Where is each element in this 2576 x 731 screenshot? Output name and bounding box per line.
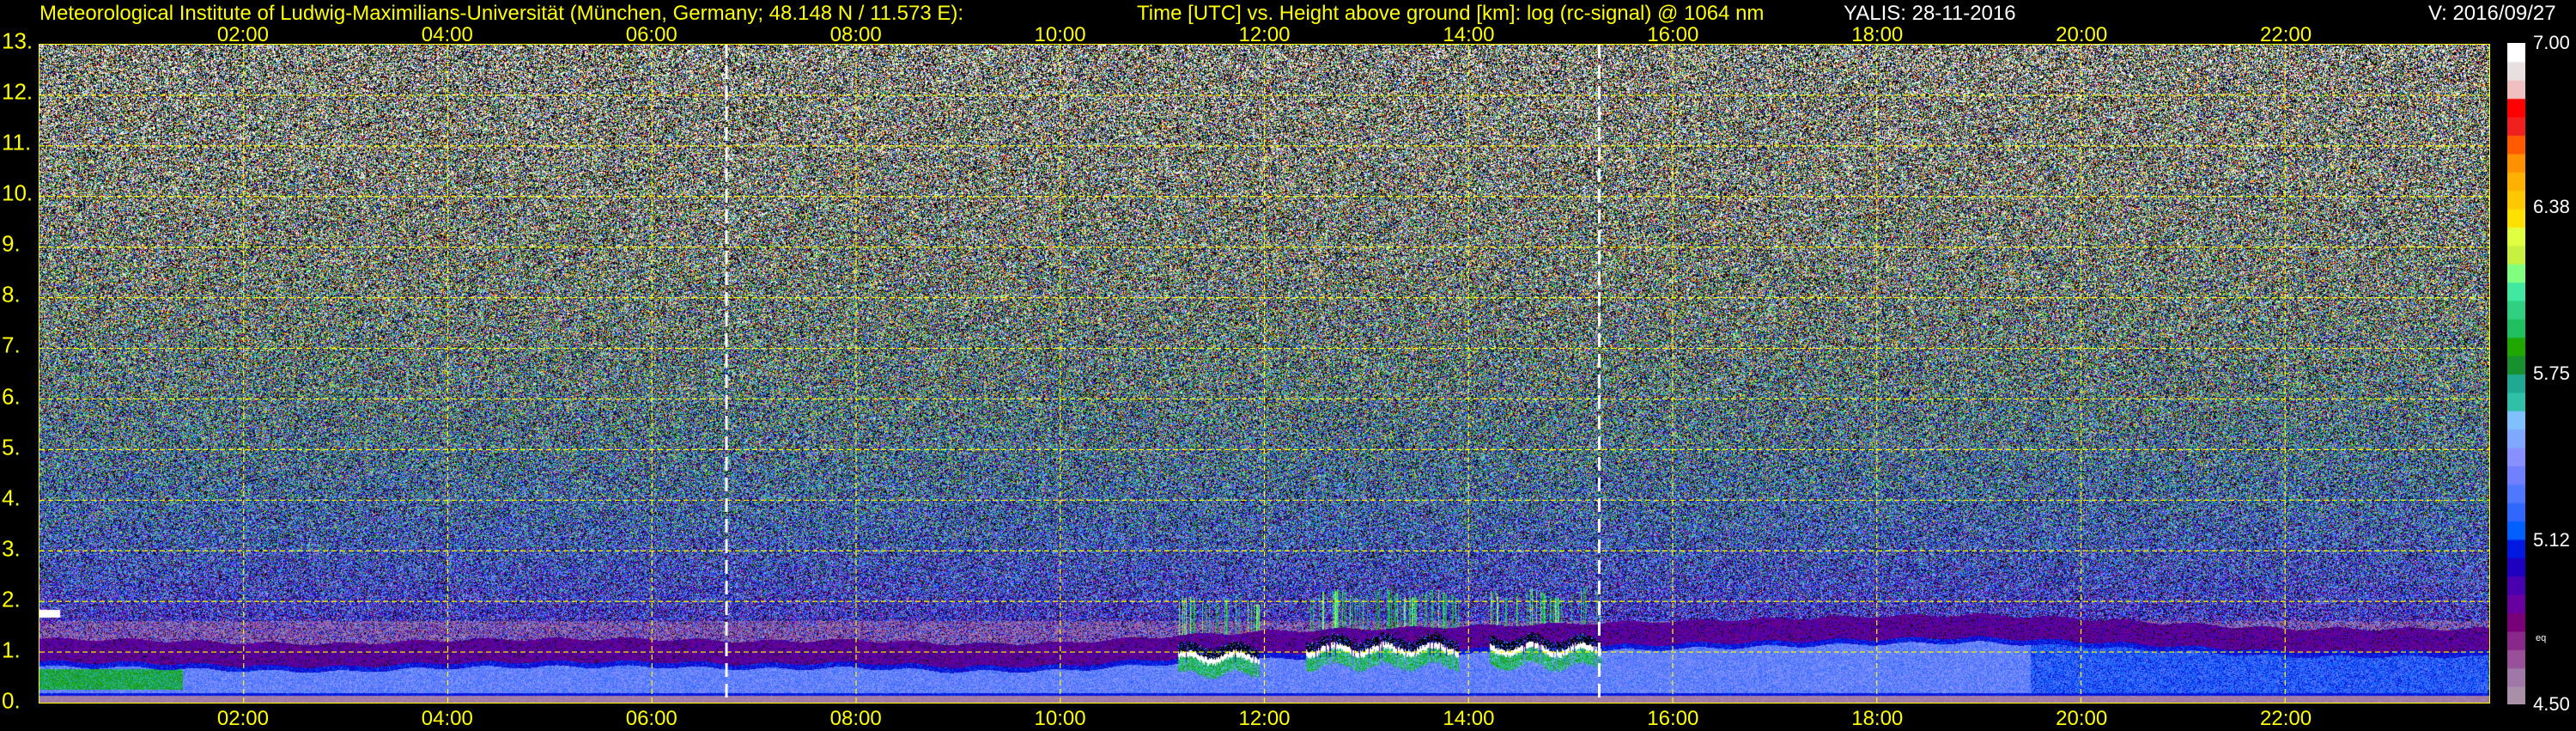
- x-tick-label-top: 22:00: [2260, 23, 2312, 47]
- y-tick-label: 8.: [2, 282, 21, 308]
- instrument-date: YALIS: 28-11-2016: [1844, 3, 2016, 24]
- x-tick-label-bottom: 02:00: [217, 707, 269, 731]
- x-tick-label-bottom: 20:00: [2056, 707, 2107, 731]
- x-tick-label-top: 06:00: [626, 23, 677, 47]
- x-tick-label-top: 18:00: [1851, 23, 1903, 47]
- colorbar: [2507, 43, 2525, 704]
- colorbar-note: eq: [2536, 633, 2546, 643]
- x-tick-label-bottom: 14:00: [1443, 707, 1494, 731]
- x-tick-label-bottom: 04:00: [422, 707, 473, 731]
- x-tick-label-bottom: 12:00: [1238, 707, 1290, 731]
- y-tick-label: 9.: [2, 231, 21, 258]
- x-tick-label-bottom: 22:00: [2260, 707, 2312, 731]
- plot-area: [39, 44, 2490, 704]
- y-tick-label: 11.: [2, 130, 31, 156]
- y-tick-label: 6.: [2, 383, 21, 410]
- y-tick-label: 0.: [2, 688, 21, 715]
- colorbar-tick-label: 6.38: [2533, 196, 2570, 218]
- x-tick-label-bottom: 08:00: [830, 707, 882, 731]
- colorbar-tick-label: 5.75: [2533, 362, 2570, 385]
- x-tick-label-top: 10:00: [1035, 23, 1086, 47]
- x-tick-label-top: 16:00: [1647, 23, 1698, 47]
- x-tick-label-top: 08:00: [830, 23, 882, 47]
- y-tick-label: 1.: [2, 637, 21, 663]
- plot-description: Time [UTC] vs. Height above ground [km]:…: [1137, 3, 1764, 24]
- x-tick-label-bottom: 18:00: [1851, 707, 1903, 731]
- institute-title: Meteorological Institute of Ludwig-Maxim…: [39, 3, 963, 24]
- version-label: V: 2016/09/27: [2428, 3, 2556, 24]
- y-tick-label: 13.: [2, 28, 33, 55]
- colorbar-tick-label: 4.50: [2533, 693, 2570, 716]
- y-tick-label: 5.: [2, 434, 21, 460]
- x-tick-label-bottom: 16:00: [1647, 707, 1698, 731]
- y-tick-label: 7.: [2, 332, 21, 359]
- y-tick-label: 2.: [2, 586, 21, 612]
- x-tick-label-bottom: 10:00: [1035, 707, 1086, 731]
- y-tick-label: 12.: [2, 79, 33, 106]
- colorbar-tick-label: 5.12: [2533, 529, 2570, 551]
- colorbar-tick-label: 7.00: [2533, 32, 2570, 54]
- x-tick-label-top: 04:00: [422, 23, 473, 47]
- y-tick-label: 10.: [2, 180, 33, 207]
- x-tick-label-top: 14:00: [1443, 23, 1494, 47]
- y-tick-label: 4.: [2, 484, 21, 511]
- x-tick-label-top: 12:00: [1238, 23, 1290, 47]
- y-tick-label: 3.: [2, 535, 21, 562]
- x-tick-label-top: 02:00: [217, 23, 269, 47]
- grid-overlay: [39, 45, 2489, 703]
- x-tick-label-bottom: 06:00: [626, 707, 677, 731]
- x-tick-label-top: 20:00: [2056, 23, 2107, 47]
